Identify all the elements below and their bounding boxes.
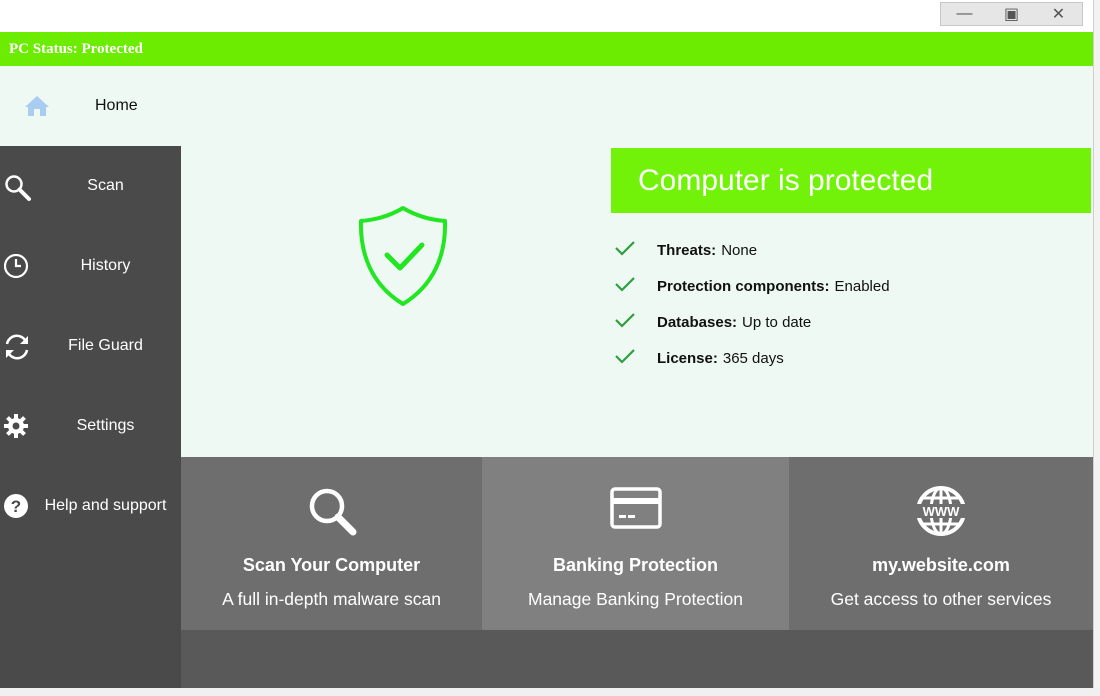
window-controls: — ▣ ✕ — [940, 2, 1083, 26]
tile-subtitle: Get access to other services — [830, 589, 1052, 609]
nav-history-label: History — [80, 257, 131, 274]
tile-subtitle: Manage Banking Protection — [528, 589, 743, 609]
status-label: License: — [657, 349, 718, 367]
nav-history[interactable]: History — [0, 226, 181, 306]
tile-banking-protection[interactable]: Banking Protection Manage Banking Protec… — [482, 457, 789, 630]
status-label: Threats: — [657, 241, 717, 259]
protection-banner-text: Computer is protected — [638, 163, 934, 197]
shield-check-icon — [356, 205, 450, 312]
svg-text:?: ? — [11, 497, 21, 516]
question-icon: ? — [4, 494, 32, 527]
nav-home-label: Home — [95, 97, 138, 114]
nav-home[interactable]: Home — [0, 66, 181, 146]
status-value: 365 days — [722, 349, 784, 367]
action-tiles: Scan Your Computer A full in-depth malwa… — [181, 457, 1093, 630]
status-row-components: Protection components: Enabled — [614, 268, 890, 304]
pc-status-text: PC Status: Protected — [9, 40, 143, 57]
sync-icon — [4, 334, 32, 367]
magnifier-icon — [181, 485, 482, 537]
status-label: Protection components: — [657, 277, 830, 295]
nav-help-label: Help and support — [44, 497, 167, 514]
check-icon — [614, 312, 657, 332]
check-icon — [614, 348, 657, 368]
protection-status-banner: Computer is protected — [611, 148, 1091, 213]
tile-scan-computer[interactable]: Scan Your Computer A full in-depth malwa… — [181, 457, 482, 630]
tile-title: my.website.com — [872, 555, 1010, 575]
nav-help-support[interactable]: ? Help and support — [0, 466, 181, 546]
nav-scan[interactable]: Scan — [0, 146, 181, 226]
tile-subtitle: A full in-depth malware scan — [222, 589, 441, 609]
tile-title: Scan Your Computer — [242, 555, 421, 575]
clock-icon — [3, 253, 32, 287]
status-value: Up to date — [742, 313, 812, 331]
tile-title: Banking Protection — [552, 555, 718, 575]
window-titlebar: — ▣ ✕ — [0, 0, 1093, 32]
status-row-threats: Threats: None — [614, 232, 890, 268]
pc-status-bar: PC Status: Protected — [0, 32, 1093, 66]
status-label: Databases: — [657, 313, 738, 331]
check-icon — [614, 240, 657, 260]
check-icon — [614, 276, 657, 296]
minimize-button[interactable]: — — [941, 3, 988, 25]
nav-scan-label: Scan — [87, 177, 124, 194]
status-value: Enabled — [834, 277, 890, 295]
magnifier-icon — [4, 174, 32, 207]
status-value: None — [721, 241, 758, 259]
footer-area — [181, 630, 1093, 688]
nav-settings[interactable]: Settings — [0, 386, 181, 466]
credit-card-icon — [482, 485, 789, 531]
nav-file-guard[interactable]: File Guard — [0, 306, 181, 386]
background-taskbar-edge — [0, 688, 1100, 696]
svg-text:WWW: WWW — [923, 504, 961, 519]
sidebar: Scan History File Guard Settings ? Help … — [0, 146, 181, 688]
tile-website[interactable]: WWW my.website.com Get access to other s… — [789, 457, 1093, 630]
close-button[interactable]: ✕ — [1035, 3, 1082, 25]
home-icon — [24, 95, 50, 122]
gear-icon — [4, 414, 32, 447]
www-globe-icon: WWW — [789, 485, 1093, 537]
status-row-databases: Databases: Up to date — [614, 304, 890, 340]
nav-file-guard-label: File Guard — [68, 337, 143, 354]
background-window-edge — [1093, 0, 1100, 696]
nav-settings-label: Settings — [76, 417, 135, 434]
maximize-button[interactable]: ▣ — [988, 3, 1035, 25]
status-row-license: License: 365 days — [614, 340, 890, 376]
protection-details: Threats: None Protection components: Ena… — [614, 232, 890, 376]
